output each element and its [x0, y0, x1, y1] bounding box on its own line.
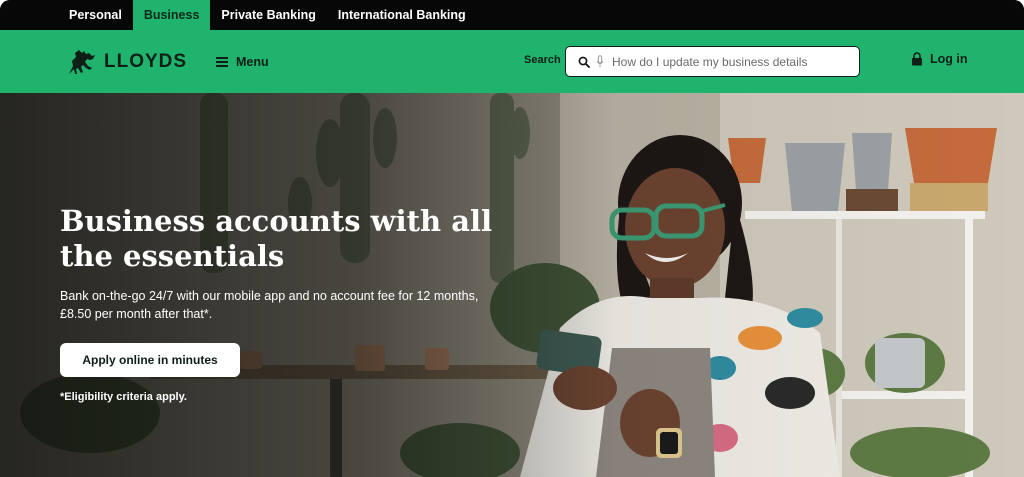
- hero-overlay: [0, 93, 1024, 477]
- lloyds-logo[interactable]: LLOYDS: [66, 47, 187, 77]
- segment-private-banking[interactable]: Private Banking: [210, 0, 326, 30]
- login-button[interactable]: Log in: [911, 52, 968, 66]
- menu-button[interactable]: Menu: [216, 52, 269, 72]
- segment-personal[interactable]: Personal: [58, 0, 133, 30]
- menu-label: Menu: [236, 55, 269, 69]
- login-label: Log in: [930, 52, 968, 66]
- hero-banner: Business accounts with all the essential…: [0, 93, 1024, 477]
- apply-online-button[interactable]: Apply online in minutes: [60, 343, 240, 377]
- hero-title: Business accounts with all the essential…: [60, 204, 493, 273]
- eligibility-note: *Eligibility criteria apply.: [60, 391, 187, 403]
- search-label: Search: [524, 54, 561, 66]
- segment-nav: Personal Business Private Banking Intern…: [0, 0, 1024, 30]
- segment-business[interactable]: Business: [132, 0, 211, 30]
- lock-icon: [912, 52, 922, 66]
- search-icon: [578, 56, 590, 68]
- search-input[interactable]: [612, 54, 859, 69]
- search-field[interactable]: [565, 46, 860, 77]
- microphone-icon[interactable]: [596, 55, 604, 68]
- browser-page: Personal Business Private Banking Intern…: [0, 0, 1024, 477]
- segment-international-banking[interactable]: International Banking: [327, 0, 477, 30]
- site-header: LLOYDS Menu Search Log in: [0, 30, 1024, 93]
- black-horse-icon: [69, 50, 95, 74]
- brand-name: LLOYDS: [104, 51, 188, 72]
- hamburger-icon: [216, 57, 228, 67]
- hero-subtitle: Bank on-the-go 24/7 with our mobile app …: [60, 289, 479, 321]
